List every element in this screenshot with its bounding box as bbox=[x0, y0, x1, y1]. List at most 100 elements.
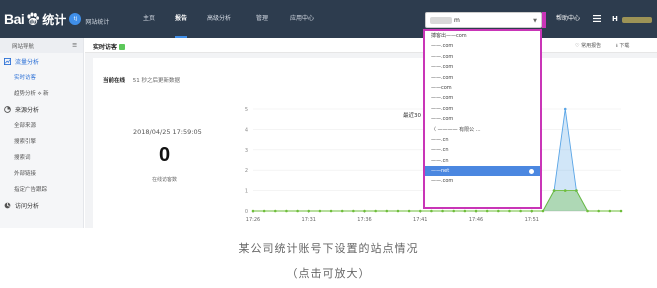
site-option[interactable]: ——.com bbox=[425, 114, 540, 124]
site-option-label: ——.com bbox=[431, 74, 454, 81]
site-option[interactable]: ——.cn bbox=[425, 135, 540, 145]
sidebar-item-trend[interactable]: 趋势分析 ⟡ 新 bbox=[0, 85, 83, 101]
sidebar-item-realtime[interactable]: 实时访客 bbox=[0, 69, 83, 85]
site-dropdown-list: 搏客出——com ——.com ——.com ——.com ——.com ——com ——.… bbox=[423, 29, 542, 209]
data-point bbox=[363, 209, 366, 213]
data-point bbox=[385, 209, 389, 213]
source-icon bbox=[4, 105, 11, 113]
site-option-label: ——.com bbox=[431, 116, 454, 123]
sidebar-item-ad-tracking[interactable]: 指定广告跟踪 bbox=[0, 181, 83, 197]
site-option-label: ——.com bbox=[431, 64, 454, 71]
data-point bbox=[563, 189, 567, 192]
site-option[interactable]: ——.com bbox=[425, 93, 540, 103]
menu-icon[interactable] bbox=[593, 15, 601, 22]
data-point bbox=[541, 209, 545, 213]
caption-line-2: （点击可放大） bbox=[286, 267, 371, 280]
user-initial[interactable]: H bbox=[612, 0, 618, 38]
x-tick-label: 17:31 bbox=[302, 217, 316, 223]
site-option-label: ——.com bbox=[431, 105, 454, 112]
site-option-label: ——.com bbox=[431, 43, 454, 50]
data-point bbox=[307, 209, 311, 213]
nav-manage[interactable]: 管理 bbox=[256, 0, 268, 38]
data-point bbox=[374, 209, 377, 213]
sidebar-item-all-sources[interactable]: 全部来源 bbox=[0, 117, 83, 133]
report-toolbar: 实时访客 ♡ 常用报告 ⭳ 下载 bbox=[85, 38, 657, 53]
site-option[interactable]: ——.com bbox=[425, 41, 540, 51]
highlight-marker bbox=[542, 12, 546, 28]
redacted-username[interactable] bbox=[622, 17, 652, 23]
sidebar-item-search-engine[interactable]: 搜索引擎 bbox=[0, 133, 83, 149]
site-option[interactable]: ——.com bbox=[425, 73, 540, 83]
data-point bbox=[318, 209, 322, 213]
site-option[interactable]: ——.com bbox=[425, 62, 540, 72]
logo-text: Bai bbox=[4, 11, 25, 27]
sidebar-header: 网站导航 ☰ bbox=[0, 38, 83, 53]
y-tick-label: 5 bbox=[245, 107, 248, 113]
x-tick-label: 17:51 bbox=[525, 217, 539, 223]
site-option-label: ——.com bbox=[431, 95, 454, 102]
logo[interactable]: Bai du 统计 tj 网站统计 bbox=[4, 7, 109, 31]
y-tick-label: 4 bbox=[245, 127, 248, 133]
help-center-link[interactable]: 帮助中心 bbox=[556, 0, 580, 38]
chart-icon bbox=[4, 57, 11, 65]
sidebar: 网站导航 ☰ 流量分析 实时访客 趋势分析 ⟡ 新 来源分析 全部来源 搜索引擎… bbox=[0, 38, 84, 228]
collapse-icon[interactable]: ☰ bbox=[72, 43, 77, 49]
visit-icon bbox=[4, 202, 11, 208]
data-point bbox=[619, 209, 623, 213]
data-point bbox=[251, 209, 255, 213]
nav-reports[interactable]: 报告 bbox=[175, 0, 188, 38]
site-option-label: ——.cn bbox=[431, 147, 449, 154]
data-point bbox=[586, 209, 589, 213]
data-point bbox=[474, 209, 478, 213]
data-point bbox=[352, 209, 355, 213]
sidebar-header-label: 网站导航 bbox=[12, 43, 35, 50]
nav-app-center[interactable]: 应用中心 bbox=[290, 0, 314, 38]
data-point bbox=[485, 209, 489, 213]
main-content: 实时访客 ♡ 常用报告 ⭳ 下载 当前在线 51 秒之后更新数据 2018/04… bbox=[85, 38, 657, 228]
site-option[interactable]: ——.com bbox=[425, 52, 540, 62]
site-option[interactable]: 〈 ———— 有限公 ... bbox=[425, 125, 540, 135]
data-point bbox=[340, 209, 344, 213]
sidebar-section-source[interactable]: 来源分析 bbox=[0, 101, 83, 117]
y-tick-label: 0 bbox=[245, 209, 248, 215]
nav-advanced-analysis[interactable]: 高级分析 bbox=[207, 0, 231, 38]
sidebar-item-search-terms[interactable]: 搜索词 bbox=[0, 149, 83, 165]
y-tick-label: 2 bbox=[245, 168, 248, 174]
nav-home[interactable]: 主页 bbox=[143, 0, 155, 38]
site-option-label: ——.cn bbox=[431, 136, 449, 143]
favorite-report-button[interactable]: ♡ 常用报告 bbox=[575, 42, 601, 49]
data-point bbox=[519, 209, 522, 213]
x-tick-label: 17:26 bbox=[246, 217, 260, 223]
site-select-value: m bbox=[454, 17, 460, 24]
data-point bbox=[274, 209, 277, 213]
data-point bbox=[552, 189, 556, 192]
data-point bbox=[418, 209, 422, 213]
data-point bbox=[575, 189, 578, 192]
sidebar-item-external-links[interactable]: 外部链接 bbox=[0, 165, 83, 181]
site-option[interactable]: ——.cn bbox=[425, 156, 540, 166]
download-button[interactable]: ⭳ 下载 bbox=[616, 42, 629, 51]
site-option[interactable]: ——net bbox=[425, 166, 540, 177]
data-point bbox=[296, 209, 299, 213]
baidu-paw-icon: du bbox=[27, 12, 40, 26]
data-point bbox=[463, 209, 467, 213]
data-point bbox=[441, 209, 444, 213]
site-option[interactable]: ——.com bbox=[425, 104, 540, 114]
data-point bbox=[563, 107, 567, 111]
x-tick-label: 17:46 bbox=[469, 217, 483, 223]
site-select[interactable]: m ▼ bbox=[425, 12, 542, 28]
data-point bbox=[597, 209, 600, 213]
site-option[interactable]: 搏客出——com bbox=[425, 31, 540, 41]
data-point bbox=[407, 209, 411, 213]
data-point bbox=[530, 209, 534, 213]
site-option-label: ——.com bbox=[431, 53, 454, 60]
site-option[interactable]: ——.com bbox=[425, 176, 540, 186]
realtime-trend-chart: 0 1 2 3 4 5 17:26 17:31 17:36 17:41 17:46 17:51 bbox=[245, 107, 623, 223]
site-option[interactable]: ——.cn bbox=[425, 145, 540, 155]
sidebar-section-label: 来源分析 bbox=[15, 106, 40, 114]
site-option[interactable]: ——com bbox=[425, 83, 540, 93]
sidebar-section-visits[interactable]: 访问分析 bbox=[0, 197, 83, 213]
y-tick-label: 3 bbox=[245, 148, 248, 154]
sidebar-section-traffic[interactable]: 流量分析 bbox=[0, 53, 83, 69]
site-option-label: ——com bbox=[431, 84, 452, 91]
